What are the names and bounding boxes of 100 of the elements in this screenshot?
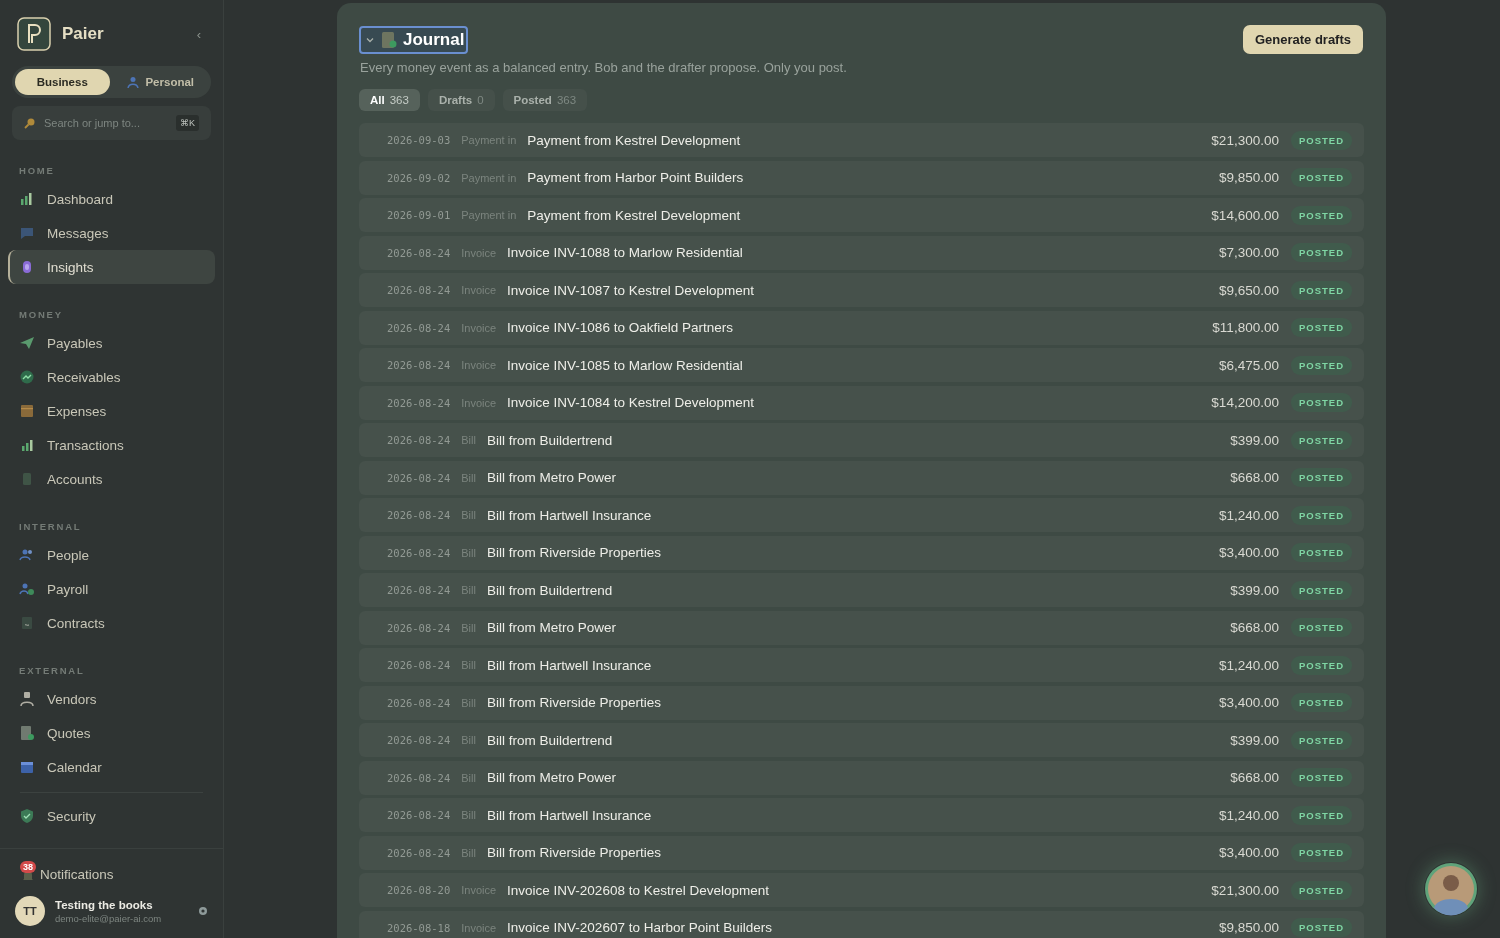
shield-icon bbox=[19, 808, 35, 824]
brand-name: Paier bbox=[62, 24, 105, 44]
entry-amount: $21,300.00 bbox=[1211, 132, 1279, 148]
status-badge: POSTED bbox=[1290, 580, 1352, 600]
entry-description: Payment from Kestrel Development bbox=[527, 132, 742, 148]
entry-date: 2026-08-24 bbox=[387, 359, 451, 371]
entry-amount: $9,650.00 bbox=[1218, 282, 1279, 298]
bar-chart-icon bbox=[19, 437, 35, 453]
description-text: Every money event as a balanced entry. Bob and the drafter propose. Only you post. bbox=[359, 60, 848, 75]
user-name: Testing the books bbox=[55, 898, 154, 911]
entry-amount: $668.00 bbox=[1230, 470, 1279, 485]
entry-date: 2026-08-24 bbox=[387, 584, 451, 596]
ledger-icon bbox=[381, 30, 397, 49]
document-check-icon bbox=[19, 725, 35, 741]
entry-date: 2026-08-24 bbox=[387, 284, 451, 296]
entry-date: 2026-08-24 bbox=[387, 396, 451, 409]
section-heading: HOME bbox=[18, 164, 56, 178]
people-icon bbox=[19, 547, 35, 563]
status-badge: POSTED bbox=[1290, 318, 1352, 337]
nav-item[interactable]: Calendar bbox=[8, 750, 215, 784]
mode-tab[interactable]: Business bbox=[15, 69, 110, 95]
section-heading: EXTERNAL bbox=[18, 664, 86, 678]
nav-item[interactable]: Vendors bbox=[8, 682, 215, 716]
nav-item[interactable]: Receivables bbox=[8, 360, 215, 394]
entry-description: Bill from Buildertrend bbox=[486, 732, 614, 748]
entry-description: Bill from Metro Power bbox=[486, 470, 617, 485]
user-avatar: TT bbox=[15, 896, 45, 926]
nav-item[interactable]: Messages bbox=[8, 216, 215, 250]
entry-date: 2026-09-02 bbox=[387, 171, 451, 184]
entry-description: Bill from Riverside Properties bbox=[486, 845, 662, 860]
nav-item[interactable]: Quotes bbox=[8, 716, 215, 750]
nav-item[interactable]: Dashboard bbox=[8, 182, 215, 216]
notifications-item[interactable]: 38 Notifications bbox=[8, 859, 215, 884]
entry-date: 2026-08-24 bbox=[387, 546, 451, 559]
nav-item[interactable]: People bbox=[8, 538, 215, 572]
entry-description: Bill from Hartwell Insurance bbox=[486, 657, 653, 673]
entry-description: Invoice INV-202607 to Harbor Point Builders bbox=[507, 920, 773, 935]
person-icon bbox=[127, 76, 140, 88]
status-badge: POSTED bbox=[1290, 393, 1352, 412]
status-badge: POSTED bbox=[1290, 280, 1352, 300]
search-input[interactable]: Search or jump to... bbox=[42, 116, 170, 130]
logo-icon bbox=[17, 17, 51, 51]
entry-amount: $3,400.00 bbox=[1218, 695, 1279, 710]
status-badge: POSTED bbox=[1290, 880, 1352, 900]
entry-amount: $399.00 bbox=[1230, 582, 1279, 598]
status-badge: POSTED bbox=[1290, 730, 1352, 750]
notification-count: 38 bbox=[20, 861, 36, 873]
filter-tab[interactable]: All 363 bbox=[359, 89, 420, 111]
generate-drafts-button[interactable]: Generate drafts bbox=[1242, 25, 1363, 54]
nav-item[interactable]: Insights bbox=[8, 250, 215, 284]
nav-item[interactable]: Contracts bbox=[8, 606, 215, 640]
filter-tab[interactable]: Posted 363 bbox=[502, 89, 588, 111]
entry-date: 2026-08-24 bbox=[387, 734, 451, 746]
entry-amount: $399.00 bbox=[1230, 432, 1279, 448]
entry-description: Bill from Buildertrend bbox=[486, 582, 614, 598]
status-badge: POSTED bbox=[1290, 205, 1352, 225]
entry-date: 2026-08-24 bbox=[387, 246, 451, 259]
entry-amount: $21,300.00 bbox=[1211, 882, 1279, 898]
section-heading: INTERNAL bbox=[18, 520, 83, 534]
collapse-button[interactable]: ‹ bbox=[196, 26, 207, 42]
entry-date: 2026-09-01 bbox=[387, 209, 451, 221]
nav-item[interactable]: Payables bbox=[8, 326, 215, 360]
status-badge: POSTED bbox=[1290, 430, 1352, 450]
bar-chart-icon bbox=[19, 191, 35, 207]
trend-up-icon bbox=[19, 369, 35, 385]
nav-item[interactable]: Expenses bbox=[8, 394, 215, 428]
entry-amount: $3,400.00 bbox=[1218, 845, 1279, 860]
section-heading: MONEY bbox=[18, 308, 64, 322]
nav-item[interactable]: Security bbox=[8, 799, 215, 833]
status-badge: POSTED bbox=[1290, 768, 1352, 787]
journal-title-button[interactable]: Journal bbox=[359, 25, 469, 54]
search-field[interactable]: Search or jump to... ⌘K bbox=[12, 106, 211, 140]
nav-item[interactable]: Payroll bbox=[8, 572, 215, 606]
mode-tab[interactable]: Personal bbox=[113, 69, 208, 95]
entry-amount: $9,850.00 bbox=[1218, 920, 1279, 935]
entry-description: Invoice INV-1085 to Marlow Residential bbox=[507, 357, 744, 373]
nav-item[interactable]: Accounts bbox=[8, 462, 215, 496]
entry-amount: $9,850.00 bbox=[1218, 170, 1279, 185]
nav-item[interactable]: Transactions bbox=[8, 428, 215, 462]
entry-date: 2026-08-24 bbox=[387, 321, 451, 334]
entry-description: Bill from Hartwell Insurance bbox=[486, 507, 653, 523]
status-badge: POSTED bbox=[1290, 243, 1352, 262]
entry-description: Invoice INV-202608 to Kestrel Development bbox=[507, 882, 770, 898]
entry-description: Bill from Riverside Properties bbox=[486, 695, 662, 710]
entry-amount: $399.00 bbox=[1230, 732, 1279, 748]
status-badge: POSTED bbox=[1290, 618, 1352, 637]
calendar-icon bbox=[19, 759, 35, 775]
entry-date: 2026-08-24 bbox=[387, 771, 451, 784]
entry-amount: $7,300.00 bbox=[1218, 245, 1279, 260]
entry-amount: $1,240.00 bbox=[1218, 807, 1279, 823]
status-badge: POSTED bbox=[1290, 805, 1352, 825]
search-icon bbox=[24, 117, 36, 129]
entry-date: 2026-09-03 bbox=[387, 134, 451, 146]
user-email: demo-elite@paier-ai.com bbox=[55, 912, 163, 924]
status-badge: POSTED bbox=[1290, 918, 1352, 937]
entry-description: Bill from Buildertrend bbox=[486, 432, 614, 448]
status-badge: POSTED bbox=[1290, 505, 1352, 525]
entry-date: 2026-08-24 bbox=[387, 696, 451, 709]
entry-description: Invoice INV-1088 to Marlow Residential bbox=[507, 245, 744, 260]
entry-date: 2026-08-24 bbox=[387, 509, 451, 521]
